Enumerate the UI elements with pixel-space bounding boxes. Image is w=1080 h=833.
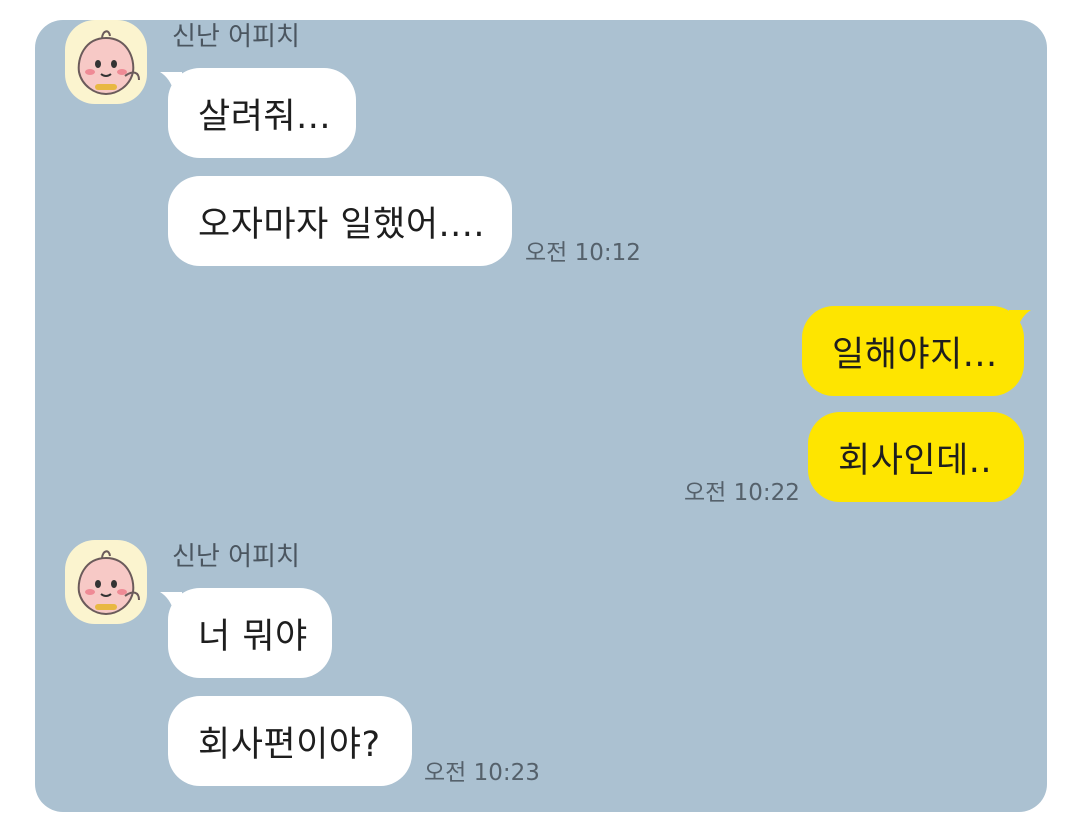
- message-text: 살려줘...: [198, 96, 331, 137]
- message-text: 너 뭐야: [198, 616, 308, 657]
- message-text: 회사편이야?: [198, 724, 381, 765]
- message-bubble[interactable]: 일해야지...: [802, 306, 1024, 396]
- message-text: 일해야지...: [832, 334, 998, 375]
- sender-name: 신난 어피치: [172, 22, 300, 52]
- message-bubble[interactable]: 너 뭐야: [168, 588, 332, 678]
- chat-room[interactable]: 신난 어피치 살려줘... 오자마자 일했어.... 오전 10:12 일해야지…: [35, 20, 1047, 812]
- message-time: 오전 10:22: [684, 480, 800, 506]
- message-text: 회사인데..: [838, 440, 993, 481]
- message-bubble[interactable]: 살려줘...: [168, 68, 356, 158]
- message-bubble[interactable]: 회사인데..: [808, 412, 1024, 502]
- message-bubble[interactable]: 오자마자 일했어....: [168, 176, 512, 266]
- message-time: 오전 10:23: [424, 760, 540, 786]
- message-bubble[interactable]: 회사편이야?: [168, 696, 412, 786]
- sender-name: 신난 어피치: [172, 542, 300, 572]
- message-time: 오전 10:12: [525, 240, 641, 266]
- apeach-avatar-icon[interactable]: [65, 20, 147, 104]
- apeach-avatar-icon[interactable]: [65, 540, 147, 624]
- message-text: 오자마자 일했어....: [198, 204, 486, 245]
